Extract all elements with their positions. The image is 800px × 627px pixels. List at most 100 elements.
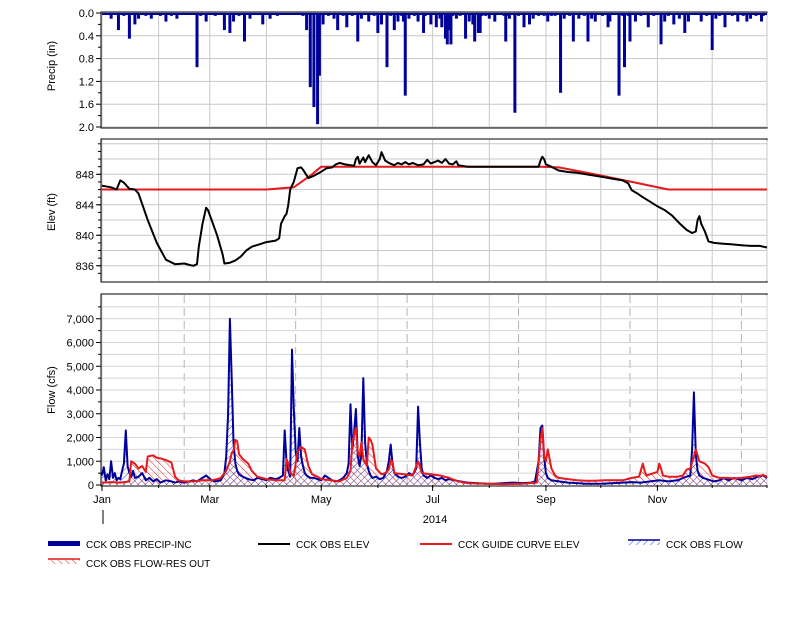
precip-bar (144, 13, 148, 16)
precip-bar (199, 13, 203, 16)
precip-bar (639, 13, 643, 16)
precip-bar (336, 13, 340, 31)
precip-bar (473, 13, 477, 42)
precip-bar (175, 13, 179, 19)
precip-bar (464, 13, 468, 39)
precip-bar (590, 13, 594, 19)
precip-bar (359, 13, 363, 19)
legend-label: CCK GUIDE CURVE ELEV (458, 540, 580, 551)
precip-bar (628, 13, 632, 42)
precip-bar (416, 13, 420, 22)
precip-bar (380, 13, 384, 25)
precip-bar (754, 13, 758, 16)
flow-y-tick-label: 7,000 (66, 314, 94, 326)
precip-bar (332, 13, 336, 19)
precip-bar (133, 13, 137, 25)
precip-bar (699, 13, 703, 22)
flow-y-tick-label: 3,000 (66, 409, 94, 421)
precip-bar (542, 13, 546, 16)
flow-x-tick-label: Jul (426, 494, 440, 506)
precip-bar (568, 13, 572, 16)
precip-bar (122, 13, 126, 16)
elev-panel-frame (100, 138, 768, 283)
precip-bar (652, 13, 656, 16)
precip-bar (376, 13, 380, 33)
precip-bar (243, 13, 246, 42)
precip-bar (686, 13, 690, 22)
precip-bar (213, 13, 217, 16)
precip-bar (513, 13, 517, 113)
precip-bar (261, 13, 265, 25)
precip-bar (672, 13, 676, 25)
legend-label: CCK OBS ELEV (296, 540, 370, 551)
precip-bar (745, 13, 749, 22)
precip-bar (531, 13, 535, 19)
flow-x-tick-label: Sep (536, 494, 556, 506)
precip-bar (517, 13, 521, 16)
precip-bar (158, 13, 162, 16)
flow-y-tick-label: 6,000 (66, 338, 94, 350)
precip-bar (484, 13, 488, 16)
precip-bar (633, 13, 637, 22)
precip-bar (677, 13, 681, 19)
flow-x-axis: Jan Mar May Jul Sep Nov (93, 485, 768, 506)
precip-bar (268, 13, 272, 19)
legend-item: CCK OBS FLOW-RES OUT (48, 558, 210, 570)
precip-bar (228, 13, 232, 33)
precip-y-tick-label: 1.2 (79, 76, 94, 88)
precip-bar (327, 13, 331, 16)
precip-bar (449, 13, 453, 45)
flow-x-tick-label: Nov (648, 494, 668, 506)
precip-bar (429, 13, 433, 25)
precip-bar (666, 13, 670, 16)
precip-bar (440, 13, 444, 28)
precip-bar (559, 13, 563, 93)
precip-y-tick-label: 2.0 (79, 122, 94, 134)
precip-y-tick-label: 0.4 (79, 31, 94, 43)
precip-bar (389, 13, 393, 16)
precip-bar (608, 13, 612, 22)
flow-x-tick-label: May (311, 494, 332, 506)
elev-y-tick-label: 836 (76, 261, 94, 273)
precip-bar (646, 13, 650, 28)
precip-bar (730, 13, 734, 16)
precip-bar (478, 13, 482, 33)
precip-bar (761, 13, 765, 16)
precip-bar (714, 13, 718, 19)
elev-y-tick-label: 848 (76, 169, 94, 181)
precip-bar (571, 13, 575, 42)
precip-bar (537, 13, 541, 16)
precip-bar (248, 13, 252, 19)
precip-bar (586, 13, 590, 42)
flow-x-tick-label: Jan (93, 494, 111, 506)
precip-bar (749, 13, 753, 19)
legend: CCK OBS PRECIP-INC CCK OBS ELEV CCK GUIDE … (48, 539, 743, 570)
legend-item: CCK OBS PRECIP-INC (48, 540, 192, 551)
precip-bar (301, 13, 305, 16)
precip-bar (317, 13, 321, 76)
precip-bar (736, 13, 740, 22)
precip-bar (601, 13, 605, 16)
legend-item: CCK GUIDE CURVE ELEV (420, 540, 580, 551)
precip-y-tick-label: 0.0 (79, 8, 94, 20)
elev-y-tick-label: 840 (76, 230, 94, 242)
precip-bar (308, 13, 312, 88)
flow-y-axis: 0 1,000 2,000 3,000 4,000 5,000 6,000 7,000 (66, 306, 101, 492)
precip-bar (710, 13, 714, 51)
precip-bar (487, 13, 491, 19)
flow-y-tick-label: 1,000 (66, 456, 94, 468)
precip-bar (396, 13, 400, 22)
precip-panel-frame (100, 11, 768, 129)
precip-bar (195, 13, 199, 68)
precip-bar (582, 13, 586, 16)
precip-bar (169, 13, 173, 16)
precip-bar (116, 13, 120, 31)
precip-bar (149, 13, 153, 19)
precip-bar (593, 13, 597, 22)
precip-bar (237, 13, 241, 16)
precip-bar (553, 13, 557, 16)
precip-bar (385, 13, 389, 68)
precip-bar (137, 13, 141, 19)
precip-bar (522, 13, 526, 28)
precip-bar (577, 13, 581, 19)
